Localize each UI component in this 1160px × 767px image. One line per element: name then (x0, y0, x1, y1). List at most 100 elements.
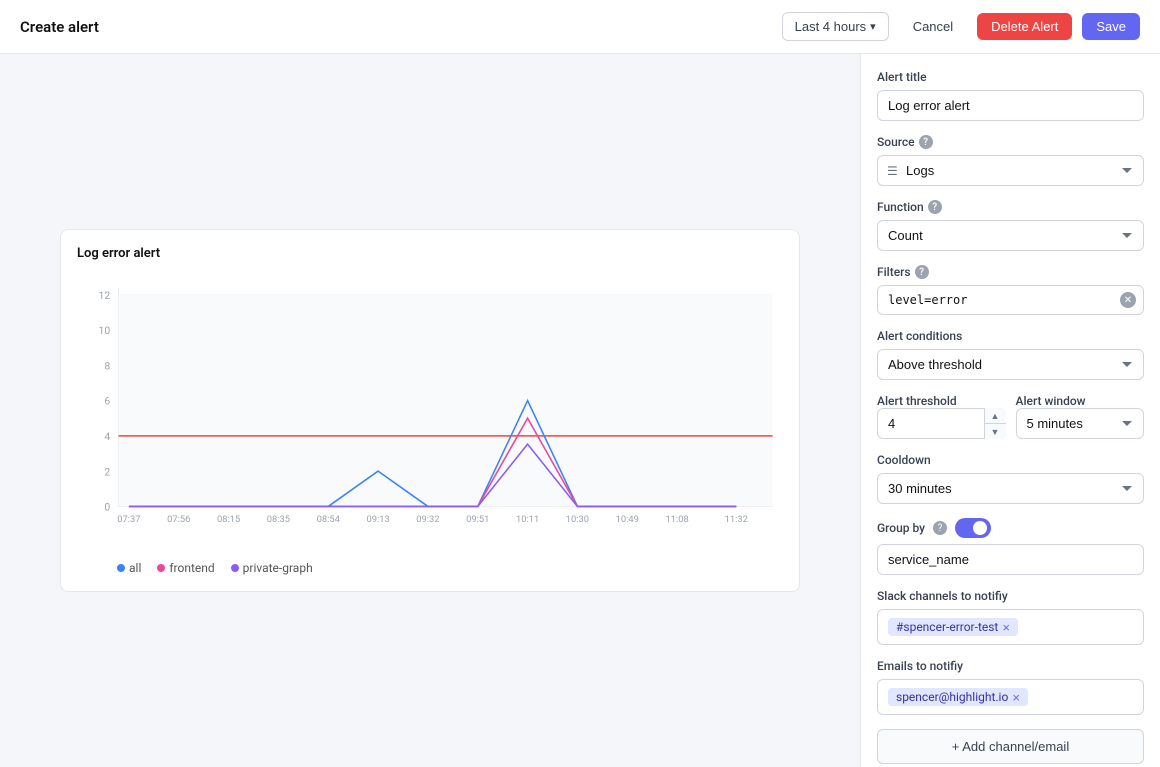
svg-text:08:35: 08:35 (267, 514, 290, 525)
legend-item-frontend: frontend (157, 561, 214, 575)
svg-text:8: 8 (104, 359, 110, 372)
chevron-down-icon: ▾ (870, 20, 876, 33)
svg-text:10: 10 (99, 324, 111, 337)
header: Create alert Last 4 hours ▾ Cancel Delet… (0, 0, 1160, 54)
cooldown-group: Cooldown 5 minutes 15 minutes 30 minutes… (877, 453, 1144, 504)
emails-group: Emails to notifiy spencer@highlight.io × (877, 659, 1144, 715)
cooldown-label: Cooldown (877, 453, 1144, 467)
alert-threshold-label: Alert threshold (877, 394, 1006, 408)
group-by-help-icon: ? (933, 521, 947, 535)
toggle-slider (955, 518, 991, 538)
group-by-group: Group by ? (877, 518, 1144, 575)
filter-input-wrapper: ✕ (877, 285, 1144, 315)
svg-text:6: 6 (104, 395, 110, 408)
slack-tag-remove-button[interactable]: × (1002, 621, 1010, 634)
alert-conditions-select[interactable]: Above threshold Below threshold Outside … (877, 349, 1144, 380)
slack-channels-group: Slack channels to notifiy #spencer-error… (877, 589, 1144, 645)
threshold-decrement-button[interactable]: ▼ (985, 424, 1006, 439)
svg-text:08:54: 08:54 (317, 514, 341, 525)
slack-tag: #spencer-error-test × (888, 618, 1018, 636)
svg-text:12: 12 (99, 289, 111, 302)
svg-text:09:32: 09:32 (416, 514, 439, 525)
save-button[interactable]: Save (1082, 13, 1140, 40)
alert-window-group: Alert window 1 minute 5 minutes 15 minut… (1016, 394, 1145, 439)
alert-threshold-group: Alert threshold ▲ ▼ (877, 394, 1006, 439)
email-tag-remove-button[interactable]: × (1012, 691, 1020, 704)
svg-text:10:30: 10:30 (566, 514, 589, 525)
logs-icon: ☰ (887, 164, 898, 178)
threshold-window-row: Alert threshold ▲ ▼ Alert window 1 minut… (877, 394, 1144, 439)
chart-title: Log error alert (77, 246, 783, 261)
legend-label-private-graph: private-graph (243, 561, 313, 575)
function-help-icon: ? (928, 200, 942, 214)
header-actions: Last 4 hours ▾ Cancel Delete Alert Save (782, 12, 1140, 41)
threshold-input-wrapper: ▲ ▼ (877, 408, 1006, 439)
page-title: Create alert (20, 18, 99, 36)
email-tag: spencer@highlight.io × (888, 688, 1028, 706)
right-panel: Alert title Source ? ☰ Logs Metrics Trac… (860, 54, 1160, 767)
email-tag-input[interactable]: spencer@highlight.io × (877, 679, 1144, 715)
filters-help-icon: ? (915, 265, 929, 279)
threshold-spinners: ▲ ▼ (984, 408, 1006, 439)
time-selector-button[interactable]: Last 4 hours ▾ (782, 12, 889, 41)
group-by-input[interactable] (877, 544, 1144, 575)
svg-text:4: 4 (104, 430, 110, 443)
svg-text:2: 2 (104, 465, 110, 478)
cancel-button[interactable]: Cancel (899, 13, 967, 40)
svg-text:07:56: 07:56 (167, 514, 190, 525)
svg-text:08:15: 08:15 (217, 514, 240, 525)
svg-text:09:13: 09:13 (366, 514, 389, 525)
chart-svg: 0 2 4 6 8 10 12 07:37 07:56 08:15 08:35 (77, 273, 783, 553)
svg-text:0: 0 (104, 501, 110, 514)
threshold-increment-button[interactable]: ▲ (985, 408, 1006, 424)
legend-dot-all (117, 564, 125, 572)
alert-window-select[interactable]: 1 minute 5 minutes 15 minutes 30 minutes… (1016, 408, 1145, 439)
slack-channels-label: Slack channels to notifiy (877, 589, 1144, 603)
alert-title-input[interactable] (877, 90, 1144, 121)
svg-text:10:11: 10:11 (516, 514, 539, 525)
filters-clear-button[interactable]: ✕ (1120, 292, 1136, 308)
add-channel-button[interactable]: + Add channel/email (877, 729, 1144, 764)
delete-alert-button[interactable]: Delete Alert (977, 13, 1072, 40)
slack-tag-label: #spencer-error-test (896, 620, 998, 634)
svg-text:07:37: 07:37 (117, 514, 140, 525)
group-by-row: Group by ? (877, 518, 1144, 538)
legend-dot-frontend (157, 564, 165, 572)
chart-legend: all frontend private-graph (77, 561, 783, 575)
legend-label-frontend: frontend (169, 561, 214, 575)
source-help-icon: ? (919, 135, 933, 149)
alert-title-group: Alert title (877, 70, 1144, 121)
source-label: Source ? (877, 135, 1144, 149)
filters-label: Filters ? (877, 265, 1144, 279)
group-by-label: Group by (877, 521, 925, 535)
function-label: Function ? (877, 200, 1144, 214)
function-group: Function ? Count Sum Average Min Max (877, 200, 1144, 251)
chart-card: Log error alert 0 2 (60, 229, 800, 592)
function-select[interactable]: Count Sum Average Min Max (877, 220, 1144, 251)
source-select-wrapper: ☰ Logs Metrics Traces (877, 155, 1144, 186)
time-selector-label: Last 4 hours (795, 19, 867, 34)
legend-label-all: all (129, 561, 141, 575)
svg-text:11:32: 11:32 (725, 514, 748, 525)
alert-conditions-label: Alert conditions (877, 329, 1144, 343)
cooldown-select[interactable]: 5 minutes 15 minutes 30 minutes 1 hour 2… (877, 473, 1144, 504)
slack-tag-input[interactable]: #spencer-error-test × (877, 609, 1144, 645)
alert-window-label: Alert window (1016, 394, 1145, 408)
email-tag-label: spencer@highlight.io (896, 690, 1008, 704)
filters-input[interactable] (877, 285, 1144, 315)
group-by-toggle[interactable] (955, 518, 991, 538)
chart-area: Log error alert 0 2 (0, 54, 860, 767)
legend-item-private-graph: private-graph (231, 561, 313, 575)
svg-text:09:51: 09:51 (466, 514, 489, 525)
svg-text:11:08: 11:08 (665, 514, 688, 525)
alert-conditions-group: Alert conditions Above threshold Below t… (877, 329, 1144, 380)
filters-group: Filters ? ✕ (877, 265, 1144, 315)
source-group: Source ? ☰ Logs Metrics Traces (877, 135, 1144, 186)
main-content: Log error alert 0 2 (0, 54, 1160, 767)
alert-title-label: Alert title (877, 70, 1144, 84)
source-select[interactable]: Logs Metrics Traces (877, 155, 1144, 186)
legend-dot-private-graph (231, 564, 239, 572)
legend-item-all: all (117, 561, 141, 575)
chart-container: 0 2 4 6 8 10 12 07:37 07:56 08:15 08:35 (77, 273, 783, 553)
emails-label: Emails to notifiy (877, 659, 1144, 673)
